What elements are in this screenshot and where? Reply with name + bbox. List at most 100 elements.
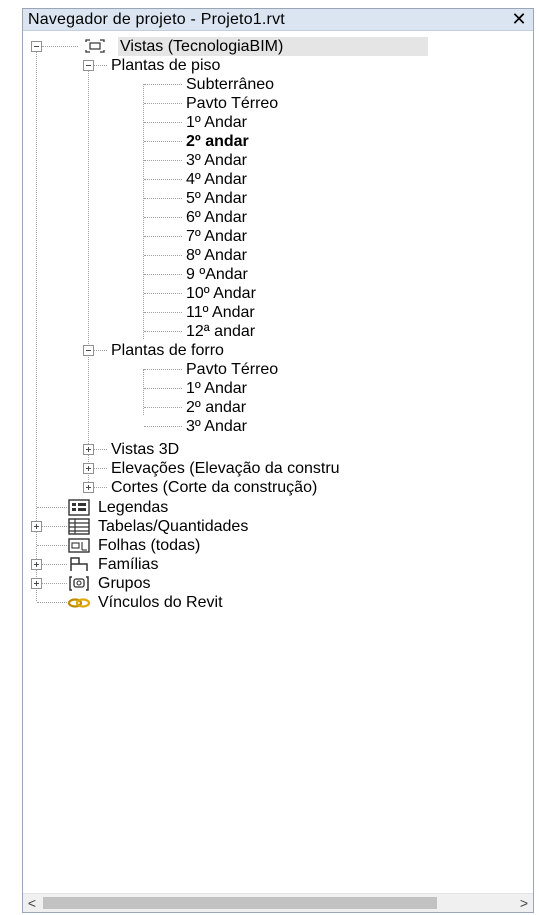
tree-item-label: Subterrâneo (186, 76, 275, 93)
scroll-right-button[interactable]: > (515, 894, 533, 912)
ceiling-item[interactable]: 3º Andar (23, 417, 533, 436)
tree-item-label: 3º Andar (186, 418, 247, 435)
tree-connector (42, 526, 67, 527)
tree-item-label: Elevações (Elevação da constru (111, 460, 340, 477)
sheet-icon (68, 538, 90, 553)
tree-item-label: Pavto Térreo (186, 95, 279, 112)
tree-connector (144, 293, 182, 294)
project-tree: Vistas (TecnologiaBIM) Plantas de piso S… (23, 31, 533, 894)
expand-toggle[interactable] (31, 578, 42, 589)
tree-connector (144, 198, 182, 199)
floor-item[interactable]: 4º Andar (23, 170, 533, 189)
tree-item-label: 4º Andar (186, 171, 247, 188)
ceiling-item[interactable]: 1º Andar (23, 379, 533, 398)
floor-item[interactable]: 5º Andar (23, 189, 533, 208)
floor-item[interactable]: Pavto Térreo (23, 94, 533, 113)
floor-item[interactable]: 8º Andar (23, 246, 533, 265)
title-bar[interactable]: Navegador de projeto - Projeto1.rvt ✕ (23, 9, 533, 31)
tree-item-sheets[interactable]: Folhas (todas) (23, 536, 533, 555)
tree-item-label: 10º Andar (186, 285, 256, 302)
tree-connector (144, 179, 182, 180)
tree-connector (94, 350, 107, 351)
tree-item-label: Plantas de piso (111, 57, 221, 74)
tree-item-revit-links[interactable]: Vínculos do Revit (23, 593, 533, 612)
tree-connector (144, 236, 182, 237)
floor-item[interactable]: Subterrâneo (23, 75, 533, 94)
expand-toggle[interactable] (83, 463, 94, 474)
collapse-toggle[interactable] (83, 345, 94, 356)
floor-item[interactable]: 12ª andar (23, 322, 533, 341)
project-browser-panel: Navegador de projeto - Projeto1.rvt ✕ Vi… (22, 8, 534, 913)
tree-item-label: 12ª andar (186, 323, 256, 340)
tree-item-legends[interactable]: Legendas (23, 498, 533, 517)
tree-item-label: Plantas de forro (111, 342, 224, 359)
ceiling-item[interactable]: Pavto Térreo (23, 360, 533, 379)
tree-item-ceiling-plans[interactable]: Plantas de forro (23, 341, 533, 360)
tree-item-sections[interactable]: Cortes (Corte da construção) (23, 478, 533, 497)
tree-connector (144, 312, 182, 313)
floor-item[interactable]: 10º Andar (23, 284, 533, 303)
tree-connector (42, 46, 78, 47)
tree-connector (37, 507, 67, 508)
tree-item-label: Vistas (TecnologiaBIM) (120, 38, 284, 55)
tree-connector (144, 274, 182, 275)
floor-item-active[interactable]: 2º andar (23, 132, 533, 151)
family-icon (70, 557, 88, 571)
floor-item[interactable]: 7º Andar (23, 227, 533, 246)
tree-item-label: 9 ºAndar (186, 266, 248, 283)
tree-item-label: Tabelas/Quantidades (98, 518, 249, 535)
tree-connector (144, 426, 182, 427)
tree-connector (144, 255, 182, 256)
tree-item-elevations[interactable]: Elevações (Elevação da constru (23, 459, 533, 478)
tree-item-label: 2º andar (186, 399, 247, 416)
floor-item[interactable]: 1º Andar (23, 113, 533, 132)
tree-connector (144, 141, 182, 142)
tree-connector (94, 65, 107, 66)
panel-title: Navegador de projeto - Projeto1.rvt (28, 11, 285, 28)
legend-icon (68, 499, 90, 516)
tree-connector (144, 160, 182, 161)
tree-item-label: Vistas 3D (111, 441, 180, 458)
tree-connector (94, 449, 107, 450)
expand-toggle[interactable] (31, 521, 42, 532)
views-icon (85, 39, 105, 53)
tree-item-label: Folhas (todas) (98, 537, 201, 554)
tree-item-schedules[interactable]: Tabelas/Quantidades (23, 517, 533, 536)
tree-item-label: 1º Andar (186, 114, 247, 131)
tree-item-label: 2º andar (186, 133, 249, 150)
tree-item-groups[interactable]: Grupos (23, 574, 533, 593)
floor-item[interactable]: 6º Andar (23, 208, 533, 227)
horizontal-scrollbar[interactable]: < > (23, 893, 533, 912)
tree-item-floor-plans[interactable]: Plantas de piso (23, 56, 533, 75)
tree-item-label: 5º Andar (186, 190, 247, 207)
tree-item-label: Famílias (98, 556, 159, 573)
tree-item-families[interactable]: Famílias (23, 555, 533, 574)
collapse-toggle[interactable] (31, 41, 42, 52)
tree-item-3d-views[interactable]: Vistas 3D (23, 440, 533, 459)
ceiling-item[interactable]: 2º andar (23, 398, 533, 417)
scroll-thumb[interactable] (43, 897, 437, 909)
tree-connector (144, 84, 182, 85)
tree-item-label: Pavto Térreo (186, 361, 279, 378)
tree-item-label: 8º Andar (186, 247, 247, 264)
tree-connector (144, 122, 182, 123)
tree-connector (144, 103, 182, 104)
expand-toggle[interactable] (83, 444, 94, 455)
link-icon (67, 598, 91, 608)
expand-toggle[interactable] (83, 482, 94, 493)
expand-toggle[interactable] (31, 559, 42, 570)
tree-item-label: 3º Andar (186, 152, 247, 169)
scroll-left-button[interactable]: < (23, 894, 41, 912)
close-button[interactable]: ✕ (509, 9, 529, 30)
tree-item-label: Legendas (98, 499, 169, 516)
floor-item[interactable]: 3º Andar (23, 151, 533, 170)
tree-item-label: Cortes (Corte da construção) (111, 479, 318, 496)
tree-item-label: 7º Andar (186, 228, 247, 245)
tree-item-views[interactable]: Vistas (TecnologiaBIM) (23, 37, 533, 56)
schedule-icon (68, 518, 90, 535)
floor-item[interactable]: 9 ºAndar (23, 265, 533, 284)
floor-item[interactable]: 11º Andar (23, 303, 533, 322)
collapse-toggle[interactable] (83, 60, 94, 71)
tree-connector (144, 388, 182, 389)
tree-connector (144, 407, 182, 408)
